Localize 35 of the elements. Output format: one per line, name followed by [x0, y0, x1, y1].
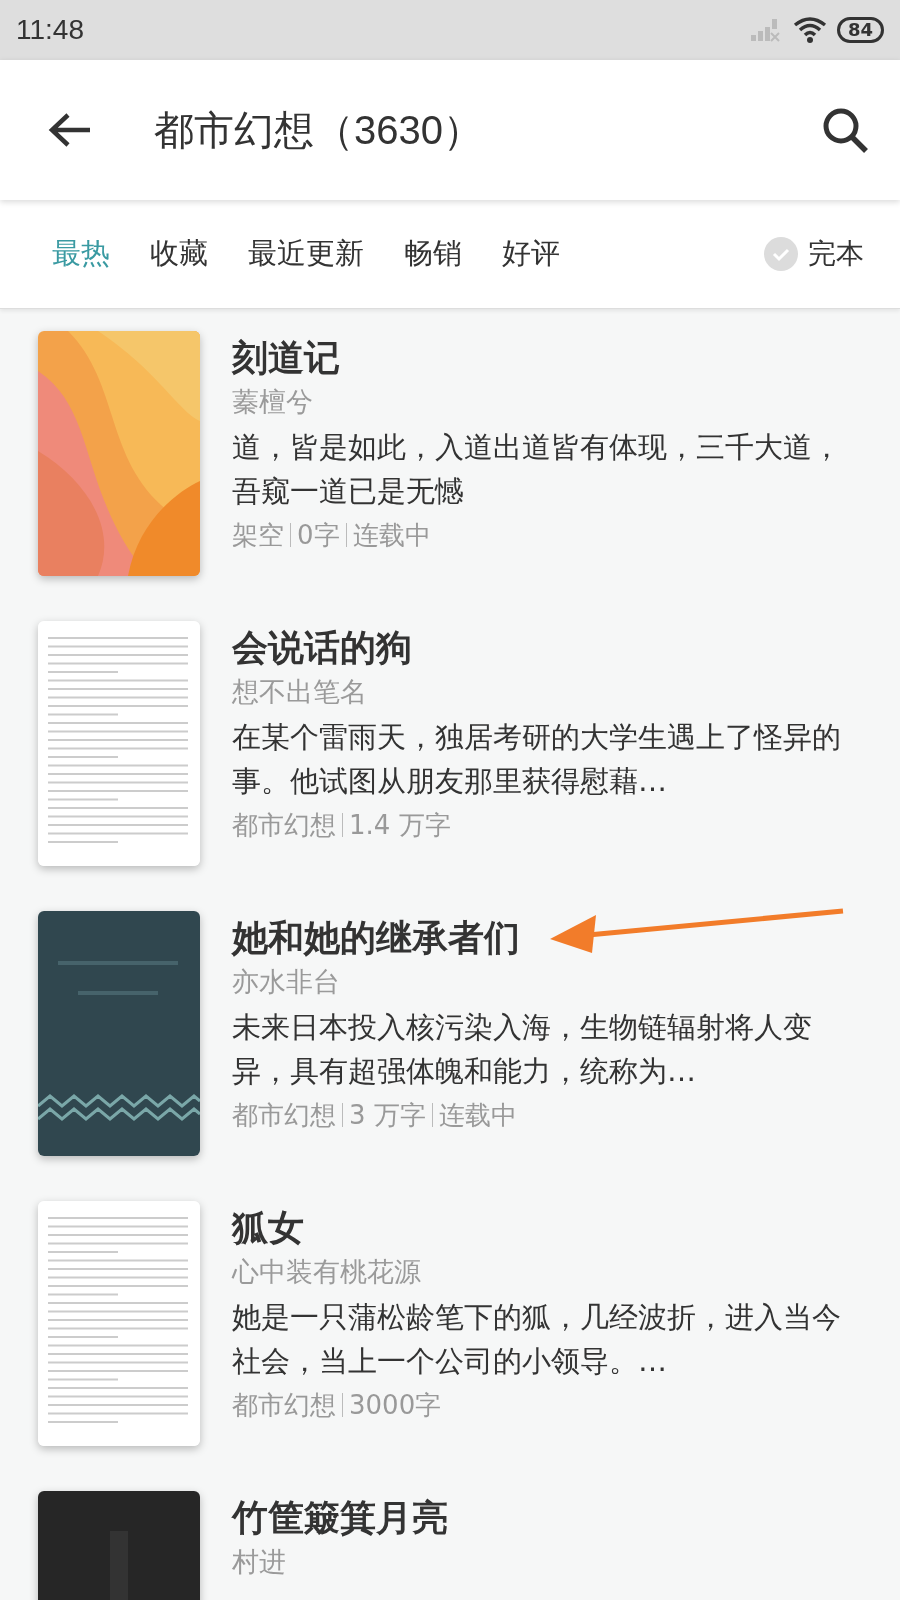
book-title[interactable]: 竹筐簸箕月亮 [232, 1493, 842, 1543]
book-tag: 连载中 [352, 517, 431, 553]
book-tag: 0字 [297, 517, 340, 553]
book-title[interactable]: 狐女 [232, 1203, 842, 1253]
filter-tab[interactable]: 收藏 [150, 234, 208, 274]
book-tag: 都市幻想 [232, 1387, 336, 1423]
book-description: 她是一只蒲松龄笔下的狐，几经波折，进入当今社会，当上一个公司的小领导。… [232, 1299, 842, 1380]
wifi-icon [792, 16, 827, 44]
filter-tab[interactable]: 最近更新 [248, 234, 364, 274]
book-description: 未来日本投入核污染入海，生物链辐射将人变异，具有超强体魄和能力，统称为… [232, 1009, 813, 1090]
book-author: 村进 [232, 1545, 287, 1579]
book-tag: 都市幻想 [232, 1097, 336, 1133]
filter-tab[interactable]: 好评 [502, 234, 560, 274]
back-icon[interactable] [48, 112, 92, 148]
status-time: 11:48 [16, 14, 84, 46]
book-tag: 3000字 [349, 1387, 442, 1423]
signal-icon [748, 17, 783, 43]
filter-tab[interactable]: 畅销 [404, 234, 462, 274]
book-tag: 都市幻想 [232, 807, 336, 843]
book-tag: 3 万字 [349, 1097, 426, 1133]
book-author: 想不出笔名 [232, 675, 368, 709]
book-tag: 1.4 万字 [349, 807, 451, 843]
book-tag: 架空 [232, 517, 284, 553]
finished-filter[interactable]: 完本 [758, 234, 870, 274]
book-description: 在某个雷雨天，独居考研的大学生遇上了怪异的事。他试图从朋友那里获得慰藉… [232, 719, 842, 800]
book-author: 亦水非台 [232, 965, 341, 999]
book-title[interactable]: 会说话的狗 [232, 623, 842, 673]
book-author: 心中装有桃花源 [232, 1255, 422, 1289]
book-title[interactable]: 她和她的继承者们 [232, 913, 842, 963]
book-tag: 连载中 [438, 1097, 517, 1133]
battery-level: 84 [836, 17, 884, 43]
page-title: 都市幻想（3630） [154, 106, 484, 154]
book-description: 道，皆是如此，入道出道皆有体现，三千大道，吾窥一道已是无憾 [232, 429, 842, 510]
book-author: 蓁檀兮 [232, 385, 314, 419]
book-title[interactable]: 刻道记 [232, 333, 842, 383]
